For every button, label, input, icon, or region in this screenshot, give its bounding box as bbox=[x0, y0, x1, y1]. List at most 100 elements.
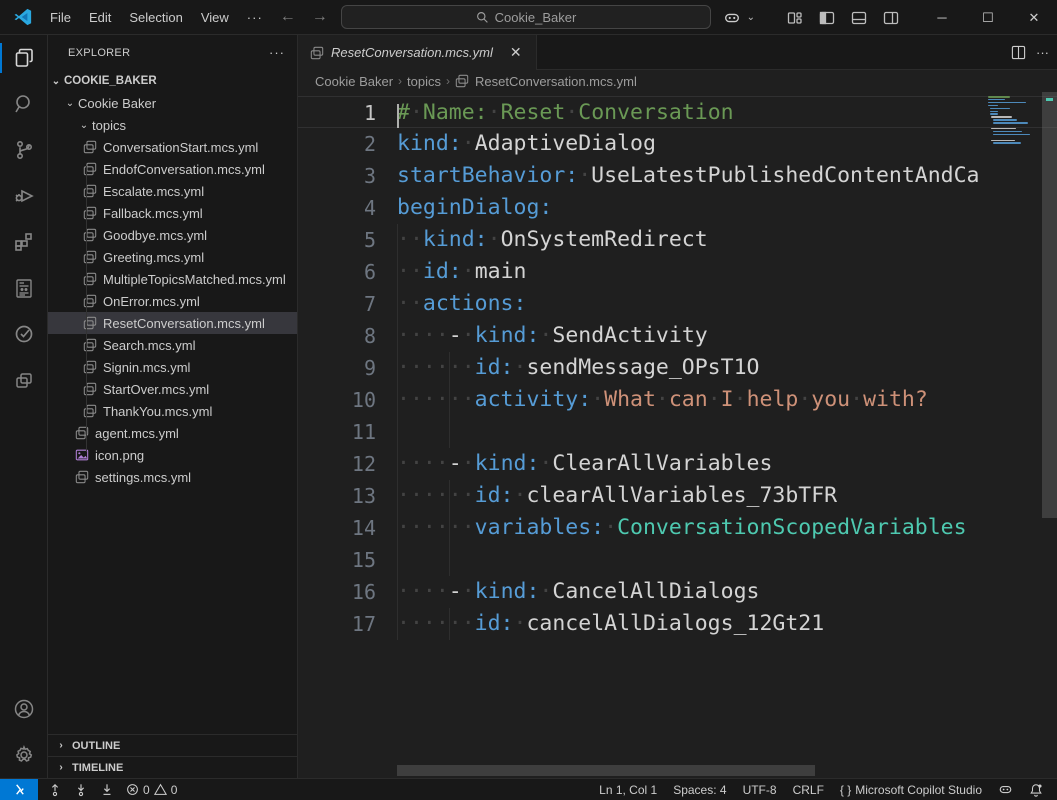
run-debug-icon[interactable] bbox=[0, 173, 47, 219]
navigate-forward-icon[interactable]: → bbox=[304, 8, 336, 26]
tree-item-label: MultipleTopicsMatched.mcs.yml bbox=[103, 272, 286, 287]
code-line-17[interactable]: 17······id:·cancelAllDialogs_12Gt21 bbox=[298, 608, 1057, 640]
code-line-10[interactable]: 10······activity:·What·can·I·help·you·wi… bbox=[298, 384, 1057, 416]
line-number: 3 bbox=[298, 160, 397, 192]
explorer-icon[interactable] bbox=[0, 35, 47, 81]
navigate-back-icon[interactable]: ← bbox=[272, 8, 304, 26]
editor-more-actions-icon[interactable]: ··· bbox=[1036, 45, 1049, 60]
yml-file-icon bbox=[82, 228, 98, 242]
window-close-button[interactable]: ✕ bbox=[1011, 0, 1057, 35]
code-text: ······id:·cancelAllDialogs_12Gt21 bbox=[397, 608, 824, 640]
line-number: 1 bbox=[298, 97, 397, 127]
indentation-button[interactable]: Spaces: 4 bbox=[665, 779, 734, 800]
editor-content[interactable]: 1#·Name:·Reset·Conversation2kind:·Adapti… bbox=[298, 92, 1057, 778]
toggle-panel-icon[interactable] bbox=[845, 5, 873, 31]
extensions-icon[interactable] bbox=[0, 219, 47, 265]
menu-file[interactable]: File bbox=[41, 7, 80, 28]
panel-timeline[interactable]: ›TIMELINE bbox=[48, 756, 297, 778]
code-line-13[interactable]: 13······id:·clearAllVariables_73bTFR bbox=[298, 480, 1057, 512]
breadcrumb-item[interactable]: Cookie Baker bbox=[315, 74, 393, 89]
menu-selection[interactable]: Selection bbox=[120, 7, 191, 28]
tree-item-cookie-baker[interactable]: ⌄Cookie Baker bbox=[48, 92, 297, 114]
menu-overflow-button[interactable]: ··· bbox=[238, 7, 272, 28]
minimap-line bbox=[993, 131, 1022, 133]
horizontal-scrollbar[interactable] bbox=[397, 765, 815, 776]
code-line-4[interactable]: 4beginDialog: bbox=[298, 192, 1057, 224]
code-line-1[interactable]: 1#·Name:·Reset·Conversation bbox=[298, 96, 1057, 128]
split-editor-icon[interactable] bbox=[1011, 45, 1026, 60]
settings-gear-icon[interactable] bbox=[0, 732, 47, 778]
check-circle-icon[interactable] bbox=[0, 311, 47, 357]
panel-outline[interactable]: ›OUTLINE bbox=[48, 734, 297, 756]
search-icon[interactable] bbox=[0, 81, 47, 127]
code-line-11[interactable]: 11 bbox=[298, 416, 1057, 448]
code-line-15[interactable]: 15 bbox=[298, 544, 1057, 576]
account-icon[interactable] bbox=[0, 686, 47, 732]
tree-item-settings-mcs-yml[interactable]: settings.mcs.yml bbox=[48, 466, 297, 488]
tree-item-conversationstart-mcs-yml[interactable]: ConversationStart.mcs.yml bbox=[48, 136, 297, 158]
code-text: ······id:·sendMessage_OPsT1O bbox=[397, 352, 759, 384]
minimap-line bbox=[988, 102, 1026, 104]
tree-item-label: agent.mcs.yml bbox=[95, 426, 179, 441]
indent-guide bbox=[397, 544, 398, 576]
copilot-icon bbox=[718, 5, 746, 31]
copilot-status-button[interactable] bbox=[990, 779, 1021, 800]
breadcrumb-item[interactable]: topics bbox=[407, 74, 441, 89]
yml-file-icon bbox=[82, 184, 98, 198]
menu-view[interactable]: View bbox=[192, 7, 238, 28]
panel-label: OUTLINE bbox=[72, 740, 120, 752]
minimap-line bbox=[990, 108, 1010, 110]
window-maximize-button[interactable]: ☐ bbox=[965, 0, 1011, 35]
problems-button[interactable]: 0 0 bbox=[120, 779, 183, 800]
tree-item-topics[interactable]: ⌄topics bbox=[48, 114, 297, 136]
bell-icon bbox=[1029, 783, 1043, 797]
code-line-6[interactable]: 6··id:·main bbox=[298, 256, 1057, 288]
toggle-primary-sidebar-icon[interactable] bbox=[813, 5, 841, 31]
code-line-12[interactable]: 12····-·kind:·ClearAllVariables bbox=[298, 448, 1057, 480]
code-line-7[interactable]: 7··actions: bbox=[298, 288, 1057, 320]
code-line-16[interactable]: 16····-·kind:·CancelAllDialogs bbox=[298, 576, 1057, 608]
tab-resetconversation[interactable]: ResetConversation.mcs.yml ✕ bbox=[298, 35, 537, 70]
line-number: 17 bbox=[298, 608, 397, 640]
toggle-secondary-sidebar-icon[interactable] bbox=[877, 5, 905, 31]
text-cursor bbox=[397, 104, 399, 128]
publish-up-button[interactable] bbox=[42, 779, 68, 800]
vscode-logo-icon bbox=[13, 7, 33, 27]
cursor-position-button[interactable]: Ln 1, Col 1 bbox=[591, 779, 665, 800]
code-line-8[interactable]: 8····-·kind:·SendActivity bbox=[298, 320, 1057, 352]
tab-close-icon[interactable]: ✕ bbox=[506, 43, 526, 62]
vertical-scrollbar[interactable] bbox=[1042, 92, 1057, 518]
code-text: beginDialog: bbox=[397, 192, 552, 224]
overlap-squares-icon[interactable] bbox=[0, 357, 47, 403]
tree-item-root[interactable]: ⌄COOKIE_BAKER bbox=[48, 70, 297, 92]
code-line-5[interactable]: 5··kind:·OnSystemRedirect bbox=[298, 224, 1057, 256]
sidebar-panels: ›OUTLINE›TIMELINE bbox=[48, 734, 297, 778]
eol-button[interactable]: CRLF bbox=[785, 779, 832, 800]
window-minimize-button[interactable]: ─ bbox=[919, 0, 965, 35]
pull-down-button[interactable] bbox=[94, 779, 120, 800]
language-mode-button[interactable]: { } Microsoft Copilot Studio bbox=[832, 779, 990, 800]
code-line-14[interactable]: 14······variables:·ConversationScopedVar… bbox=[298, 512, 1057, 544]
code-line-3[interactable]: 3startBehavior:·UseLatestPublishedConten… bbox=[298, 160, 1057, 192]
command-center-search[interactable]: Cookie_Baker bbox=[341, 5, 711, 29]
code-line-2[interactable]: 2kind:·AdaptiveDialog bbox=[298, 128, 1057, 160]
indent-guide bbox=[449, 416, 450, 448]
tree-item-label: icon.png bbox=[95, 448, 144, 463]
code-line-9[interactable]: 9······id:·sendMessage_OPsT1O bbox=[298, 352, 1057, 384]
doc-face-icon[interactable] bbox=[0, 265, 47, 311]
menu-edit[interactable]: Edit bbox=[80, 7, 120, 28]
overview-ruler-tick bbox=[1046, 98, 1053, 101]
line-number: 7 bbox=[298, 288, 397, 320]
minimap[interactable] bbox=[988, 92, 1040, 778]
explorer-more-actions-button[interactable]: ··· bbox=[269, 45, 285, 60]
remote-indicator-button[interactable] bbox=[0, 779, 38, 800]
tree-item-label: topics bbox=[92, 118, 126, 133]
code-text: ··actions: bbox=[397, 288, 526, 320]
copilot-menu-button[interactable]: ⌄ bbox=[718, 5, 755, 31]
sync-down-button[interactable] bbox=[68, 779, 94, 800]
source-control-icon[interactable] bbox=[0, 127, 47, 173]
customize-layout-icon[interactable] bbox=[781, 5, 809, 31]
breadcrumb-item[interactable]: ResetConversation.mcs.yml bbox=[475, 74, 637, 89]
encoding-button[interactable]: UTF-8 bbox=[735, 779, 785, 800]
notifications-bell-button[interactable] bbox=[1021, 779, 1051, 800]
